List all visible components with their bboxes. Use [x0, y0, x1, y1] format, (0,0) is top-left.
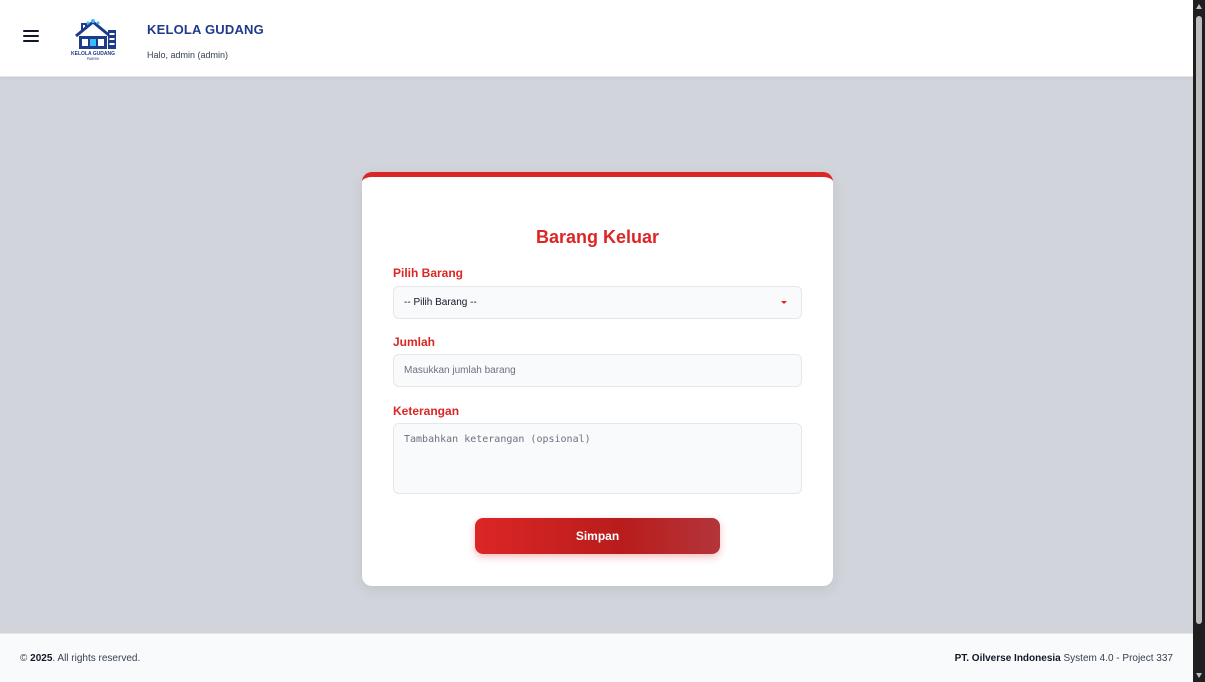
- save-button[interactable]: Simpan: [475, 518, 720, 554]
- scroll-thumb[interactable]: [1196, 16, 1202, 624]
- item-label: Pilih Barang: [393, 266, 464, 280]
- top-header: KELOLA GUDANG PABRIK KELOLA GUDANG Halo,…: [0, 0, 1193, 77]
- app-title: KELOLA GUDANG: [147, 22, 264, 37]
- item-select-value: -- Pilih Barang --: [404, 297, 477, 308]
- system-version: System 4.0 - Project 337: [1060, 653, 1173, 664]
- quantity-label: Jumlah: [393, 335, 436, 349]
- company-name: PT. Oilverse Indonesia: [954, 653, 1061, 664]
- page-footer: © 2025. All rights reserved. PT. Oilvers…: [0, 633, 1193, 682]
- scroll-up-arrow-icon[interactable]: [1196, 4, 1202, 9]
- copyright-symbol: ©: [20, 653, 28, 664]
- copyright-year: 2025: [30, 653, 53, 664]
- item-select[interactable]: -- Pilih Barang --: [393, 286, 802, 319]
- scroll-down-arrow-icon[interactable]: [1196, 673, 1202, 678]
- logo-subtext: PABRIK: [87, 57, 100, 61]
- form-title: Barang Keluar: [535, 227, 660, 247]
- company-info: PT. Oilverse Indonesia System 4.0 - Proj…: [955, 653, 1173, 664]
- warehouse-logo-icon: KELOLA GUDANG PABRIK: [71, 19, 116, 61]
- user-greeting: Halo, admin (admin): [147, 50, 229, 60]
- quantity-input[interactable]: [393, 354, 802, 387]
- hamburger-icon[interactable]: [23, 30, 39, 44]
- page-scrollbar[interactable]: [1193, 0, 1205, 682]
- outgoing-goods-card: Barang Keluar Pilih Barang -- Pilih Bara…: [362, 172, 833, 586]
- chevron-down-icon: [781, 301, 787, 304]
- rights-text: . All rights reserved.: [52, 653, 141, 664]
- note-textarea[interactable]: [393, 423, 802, 494]
- note-label: Keterangan: [393, 404, 460, 418]
- copyright-text: © 2025. All rights reserved.: [20, 653, 140, 664]
